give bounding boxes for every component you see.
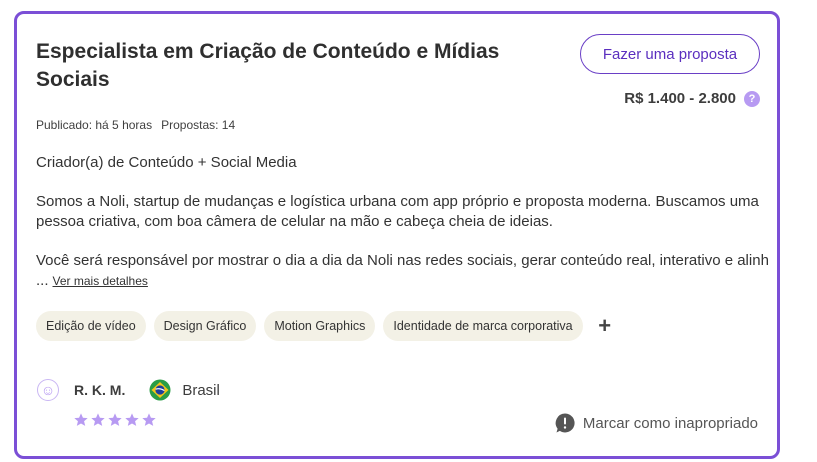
skill-tag[interactable]: Design Gráfico [153,311,257,341]
see-more-details-link[interactable]: Ver mais detalhes [53,274,148,288]
project-description-paragraph: Você será responsável por mostrar o dia … [36,251,776,291]
price-range: R$ 1.400 - 2.800 ? [624,90,760,107]
report-inappropriate[interactable]: Marcar como inapropriado [554,412,758,434]
more-tags-plus-icon[interactable]: + [593,313,617,338]
client-rating [73,412,157,428]
skill-tags: Edição de vídeo Design Gráfico Motion Gr… [36,311,617,341]
project-description-paragraph: Somos a Noli, startup de mudanças e logí… [36,193,759,230]
client-name[interactable]: R. K. M. [74,382,125,398]
star-icon [74,413,88,426]
price-label: R$ 1.400 - 2.800 [624,90,736,107]
star-icon [125,413,139,426]
star-icon [91,413,105,426]
report-label[interactable]: Marcar como inapropriado [583,415,758,432]
project-card: Especialista em Criação de Conteúdo e Mí… [14,11,780,459]
client-country: Brasil [182,381,220,399]
star-icon [108,413,122,426]
project-title[interactable]: Especialista em Criação de Conteúdo e Mí… [36,38,516,94]
brazil-flag-icon [149,379,171,401]
proposals-count: Propostas: 14 [161,118,236,132]
make-proposal-button[interactable]: Fazer uma proposta [580,34,760,74]
published-time: Publicado: há 5 horas [36,118,153,132]
skill-tag[interactable]: Identidade de marca corporativa [383,311,583,341]
client-info: ☺ R. K. M. Brasil [37,379,220,401]
alert-bubble-icon [555,413,575,433]
skill-tag[interactable]: Motion Graphics [264,311,376,341]
project-meta: Publicado: há 5 horas Propostas: 14 [36,118,235,132]
project-subtitle: Criador(a) de Conteúdo + Social Media [36,154,297,171]
smiley-avatar-icon: ☺ [37,379,59,401]
skill-tag[interactable]: Edição de vídeo [36,311,146,341]
star-icon [142,413,156,426]
help-icon[interactable]: ? [744,90,760,107]
